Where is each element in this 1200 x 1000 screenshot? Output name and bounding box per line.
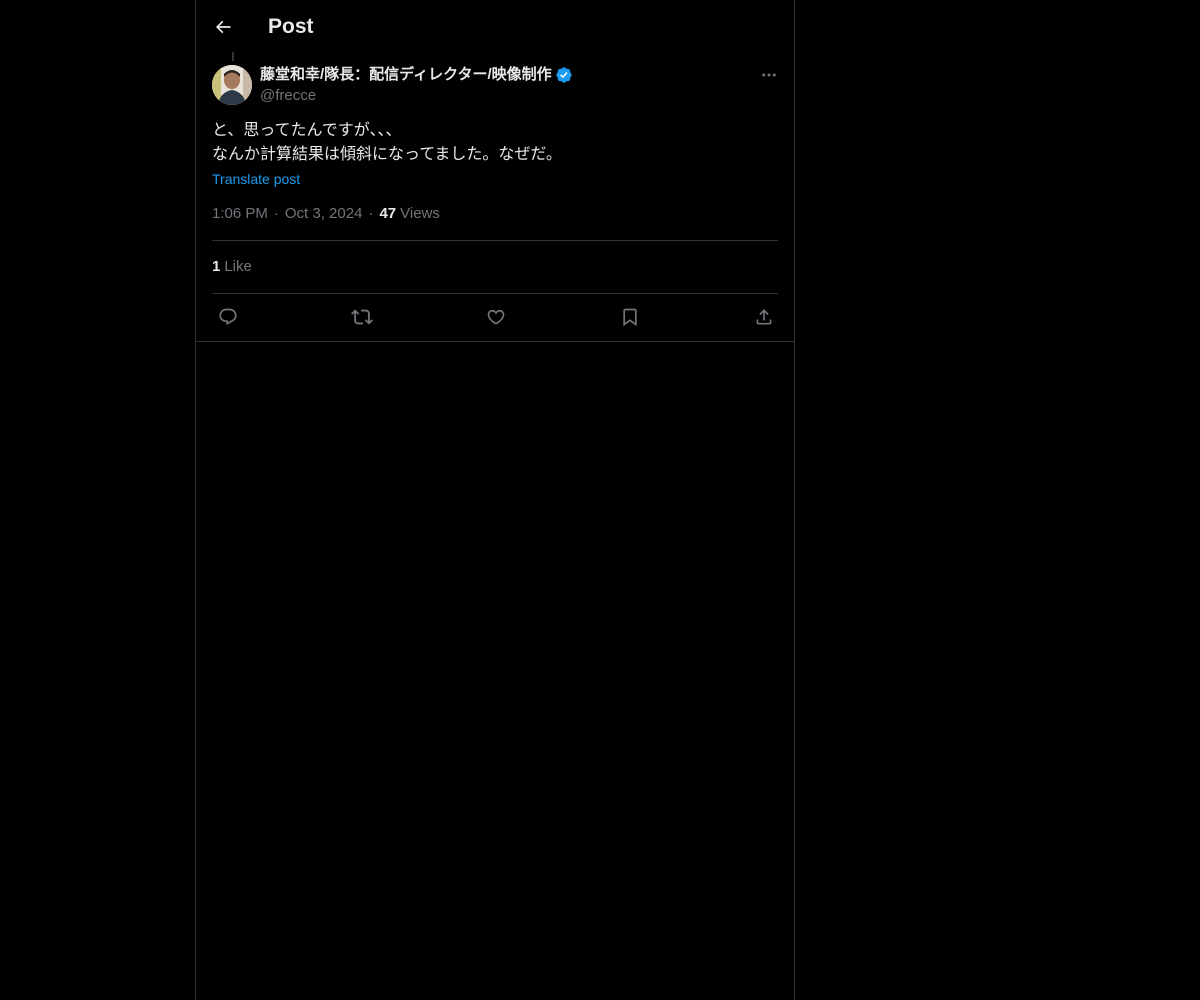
heart-icon (486, 307, 506, 327)
bookmark-icon (620, 307, 640, 327)
likes-count: 1 (212, 258, 221, 275)
author-handle[interactable]: @frecce (260, 86, 573, 106)
repost-icon (351, 306, 373, 328)
share-icon (754, 307, 774, 327)
arrow-left-icon (213, 17, 233, 37)
post-date[interactable]: Oct 3, 2024 (285, 204, 363, 224)
divider (212, 240, 778, 241)
divider (212, 293, 778, 294)
page-title: Post (268, 15, 314, 38)
author-display-name[interactable]: 藤堂和幸/隊長：配信ディレクター/映像制作 (260, 65, 552, 85)
thread-connector-line (232, 52, 234, 61)
post-text-line: なんか計算結果は傾斜になってました。なぜだ。 (212, 146, 562, 163)
more-horizontal-icon (760, 66, 778, 84)
separator-dot: · (368, 205, 374, 222)
post-column: Post 藤堂和幸/隊長：配信ディレクター/映像制作 @frecce と、思って… (195, 0, 795, 1000)
post-metadata: 1:06 PM · Oct 3, 2024 · 47 Views (212, 204, 440, 224)
verified-badge-icon[interactable] (555, 66, 573, 84)
avatar[interactable] (212, 65, 252, 105)
likes-summary[interactable]: 1 Like (212, 257, 252, 277)
reply-icon (218, 307, 238, 327)
like-button[interactable] (484, 305, 508, 329)
post-time[interactable]: 1:06 PM (212, 204, 268, 224)
post-bottom-border (196, 341, 794, 342)
author-name-row: 藤堂和幸/隊長：配信ディレクター/映像制作 (260, 65, 573, 85)
post-author: 藤堂和幸/隊長：配信ディレクター/映像制作 @frecce (260, 65, 573, 106)
post-text: と、思ってたんですが、、、 なんか計算結果は傾斜になってました。なぜだ。 (212, 119, 778, 167)
page-header: Post (196, 0, 794, 53)
views-count: 47 (379, 205, 397, 222)
separator-dot: · (273, 205, 279, 222)
back-button[interactable] (208, 9, 238, 45)
views-label: Views (400, 205, 440, 222)
likes-label: Like (224, 258, 252, 275)
repost-button[interactable] (350, 305, 374, 329)
reply-button[interactable] (216, 305, 240, 329)
bookmark-button[interactable] (618, 305, 642, 329)
share-button[interactable] (752, 305, 776, 329)
translate-post-link[interactable]: Translate post (212, 170, 300, 188)
more-options-button[interactable] (756, 63, 782, 87)
post-text-line: と、思ってたんですが、、、 (212, 122, 402, 139)
